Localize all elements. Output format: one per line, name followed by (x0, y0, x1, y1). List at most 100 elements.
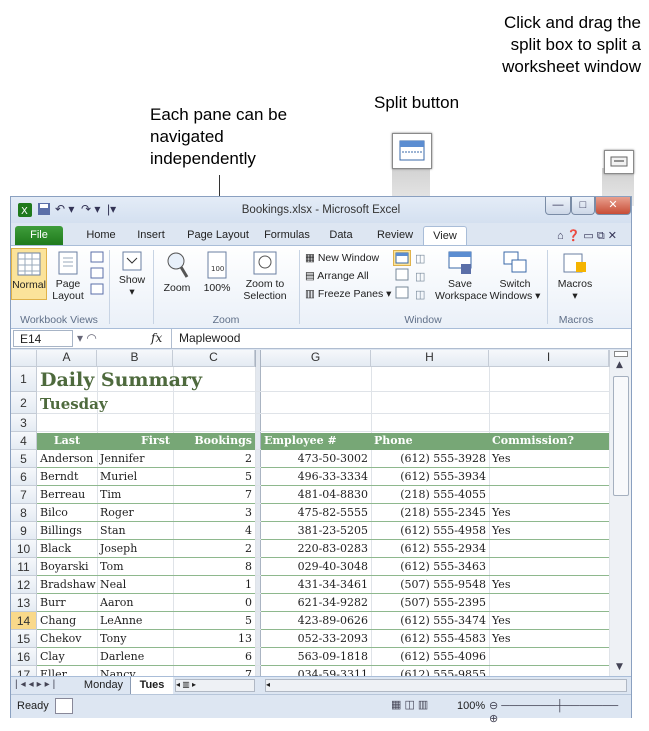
cell-last[interactable]: Black (37, 540, 97, 558)
cell-phone[interactable]: (612) 555-4958 (371, 522, 489, 540)
cell-phone[interactable]: (612) 555-3463 (371, 558, 489, 576)
cell-employee[interactable]: 431-34-3461 (261, 576, 371, 594)
col-header-b[interactable]: B (97, 350, 173, 367)
cell-last[interactable]: Boyarski (37, 558, 97, 576)
cell-phone[interactable]: (218) 555-4055 (371, 486, 489, 504)
cell-bookings[interactable]: 7 (173, 486, 255, 504)
row-header-10[interactable]: 10 (11, 540, 37, 558)
zoom-100-button[interactable]: 100 100% (199, 250, 235, 294)
cell-employee[interactable]: 029-40-3048 (261, 558, 371, 576)
save-workspace-button[interactable]: Save Workspace (435, 250, 487, 302)
sheet-nav-arrows[interactable]: |◂◂▸▸| (15, 679, 58, 690)
unhide-button[interactable] (395, 286, 409, 303)
cell-employee[interactable]: 475-82-5555 (261, 504, 371, 522)
row-header-14[interactable]: 14 (11, 612, 37, 630)
cell-commission[interactable] (489, 648, 609, 666)
cell-phone[interactable]: (612) 555-4096 (371, 648, 489, 666)
row-header-4[interactable]: 4 (11, 432, 37, 450)
col-header-c[interactable]: C (173, 350, 255, 367)
sheet-tab-monday[interactable]: Monday (77, 677, 131, 694)
col-header-h[interactable]: H (371, 350, 489, 367)
cell-bookings[interactable]: 5 (173, 468, 255, 486)
ribbon-help-icons[interactable]: ⌂ ❓ ▭ ⧉ ✕ (547, 226, 627, 245)
row-header-13[interactable]: 13 (11, 594, 37, 612)
header-last[interactable]: Last (39, 432, 95, 450)
cell-bookings[interactable]: 1 (173, 576, 255, 594)
row-header-12[interactable]: 12 (11, 576, 37, 594)
cell-phone[interactable]: (612) 555-3474 (371, 612, 489, 630)
row-header-15[interactable]: 15 (11, 630, 37, 648)
cell-first[interactable]: Roger (97, 504, 173, 522)
cell-last[interactable]: Burr (37, 594, 97, 612)
scroll-up-icon[interactable]: ▲ (616, 360, 623, 370)
cell-bookings[interactable]: 8 (173, 558, 255, 576)
cell-first[interactable]: Joseph (97, 540, 173, 558)
formula-input[interactable]: Maplewood (179, 331, 240, 345)
cell-commission[interactable] (489, 558, 609, 576)
horizontal-scrollbar-right[interactable]: ◂ (265, 679, 627, 692)
cell-employee[interactable]: 563-09-1818 (261, 648, 371, 666)
split-box[interactable] (614, 351, 628, 357)
tab-page-layout[interactable]: Page Layout (183, 226, 253, 245)
page-layout-view-button[interactable]: Page Layout (51, 250, 85, 302)
cell-first[interactable]: Tom (97, 558, 173, 576)
cell-first[interactable]: Muriel (97, 468, 173, 486)
zoom-level[interactable]: 100% (457, 700, 485, 712)
split-button[interactable] (393, 250, 411, 266)
show-button[interactable]: Show ▾ (115, 250, 149, 298)
cell-phone[interactable]: (612) 555-3928 (371, 450, 489, 468)
cell-phone[interactable]: (507) 555-2395 (371, 594, 489, 612)
cell-last[interactable]: Bilco (37, 504, 97, 522)
arrange-all-button[interactable]: ▤ Arrange All (305, 268, 369, 284)
zoom-to-selection-button[interactable]: Zoom to Selection (239, 250, 291, 302)
macros-button[interactable]: Macros ▾ (555, 250, 595, 302)
macro-record-icon[interactable] (55, 698, 73, 714)
cell-bookings[interactable]: 0 (173, 594, 255, 612)
view-small-icons[interactable] (89, 250, 105, 303)
cell-commission[interactable]: Yes (489, 576, 609, 594)
cell-bookings[interactable]: 3 (173, 504, 255, 522)
name-box[interactable]: E14 (13, 330, 73, 347)
cell-commission[interactable]: Yes (489, 504, 609, 522)
row-header-9[interactable]: 9 (11, 522, 37, 540)
row-header-6[interactable]: 6 (11, 468, 37, 486)
cell-employee[interactable]: 052-33-2093 (261, 630, 371, 648)
cell-commission[interactable]: Yes (489, 630, 609, 648)
cell-commission[interactable]: Yes (489, 522, 609, 540)
cell-phone[interactable]: (612) 555-4583 (371, 630, 489, 648)
cell-bookings[interactable]: 2 (173, 450, 255, 468)
zoom-slider[interactable]: ⊖ ───────┼─────── ⊕ (489, 699, 629, 725)
col-header-g[interactable]: G (261, 350, 371, 367)
cell-commission[interactable] (489, 540, 609, 558)
cell-employee[interactable]: 220-83-0283 (261, 540, 371, 558)
tab-formulas[interactable]: Formulas (259, 226, 315, 245)
hide-button[interactable] (395, 268, 409, 285)
row-header-5[interactable]: 5 (11, 450, 37, 468)
cell-first[interactable]: Tony (97, 630, 173, 648)
zoom-button[interactable]: Zoom (159, 250, 195, 294)
normal-view-button[interactable]: Normal (11, 248, 47, 300)
cell-last[interactable]: Anderson (37, 450, 97, 468)
row-header-16[interactable]: 16 (11, 648, 37, 666)
row-header-7[interactable]: 7 (11, 486, 37, 504)
cell-first[interactable]: Neal (97, 576, 173, 594)
cell-last[interactable]: Berndt (37, 468, 97, 486)
tab-view[interactable]: View (423, 226, 467, 245)
cell-employee[interactable]: 496-33-3334 (261, 468, 371, 486)
cell-bookings[interactable]: 2 (173, 540, 255, 558)
cell-phone[interactable]: (612) 555-3934 (371, 468, 489, 486)
cell-last[interactable]: Billings (37, 522, 97, 540)
cell-phone[interactable]: (612) 555-2934 (371, 540, 489, 558)
cell-commission[interactable]: Yes (489, 450, 609, 468)
cell-commission[interactable] (489, 594, 609, 612)
vertical-scrollbar[interactable]: ▲ ▼ (609, 350, 631, 676)
title-cell[interactable]: Daily Summary (37, 368, 205, 393)
fx-icon[interactable]: fx (151, 331, 162, 345)
horizontal-scrollbar-left[interactable]: ◂ ▥ ▸ (175, 679, 255, 692)
cell-employee[interactable]: 423-89-0626 (261, 612, 371, 630)
header-phone[interactable]: Phone (371, 432, 489, 450)
cell-bookings[interactable]: 13 (173, 630, 255, 648)
cell-employee[interactable]: 473-50-3002 (261, 450, 371, 468)
cell-first[interactable]: LeAnne (97, 612, 173, 630)
subtitle-cell[interactable]: Tuesday (37, 393, 111, 415)
